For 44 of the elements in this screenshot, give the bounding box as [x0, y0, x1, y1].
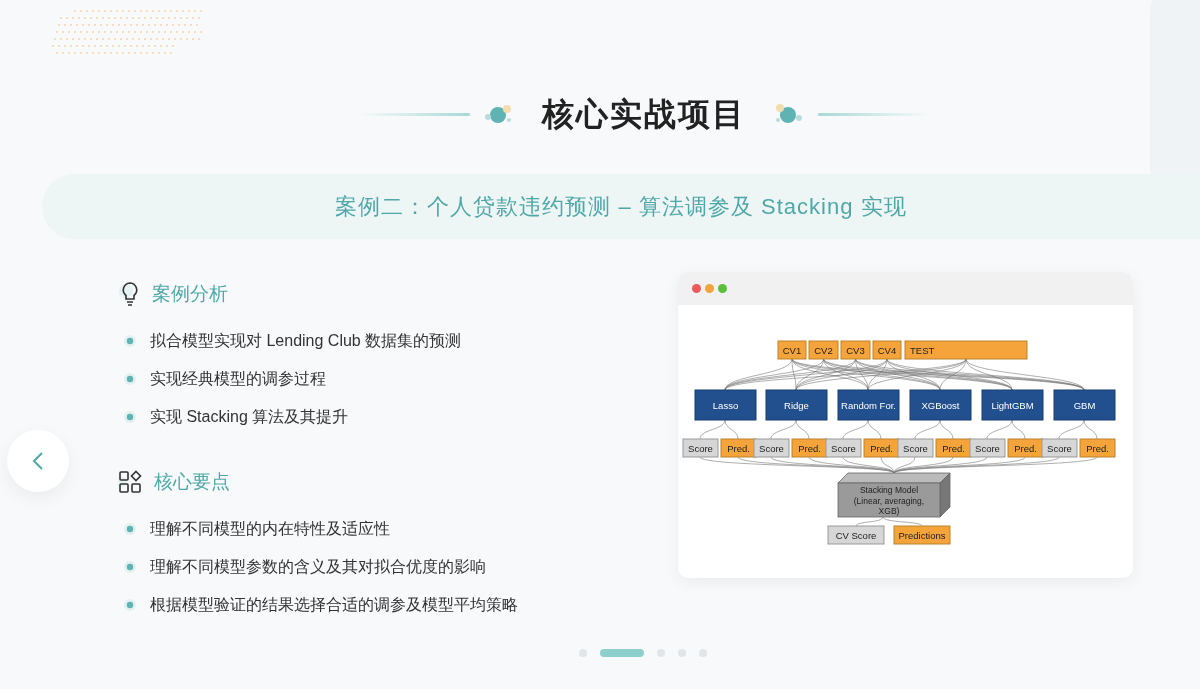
model-box: XGBoost: [909, 389, 972, 421]
prediction-box: Pred.: [791, 438, 828, 458]
fold-box: CV3: [840, 340, 871, 360]
model-box: GBM: [1053, 389, 1116, 421]
bullet-text: 实现 Stacking 算法及其提升: [150, 407, 349, 427]
fold-box: CV4: [872, 340, 902, 360]
score-box: CV Score: [827, 525, 885, 545]
model-box: LightGBM: [981, 389, 1044, 421]
prediction-box: Pred.: [935, 438, 972, 458]
score-box: Score: [897, 438, 934, 458]
bullet-text: 拟合模型实现对 Lending Club 数据集的预测: [150, 331, 462, 351]
section-heading: 案例分析: [152, 281, 228, 306]
score-box: Score: [682, 438, 719, 458]
model-box: Ridge: [765, 389, 828, 421]
bullet-text: 理解不同模型参数的含义及其对拟合优度的影响: [150, 557, 486, 577]
chevron-left-icon: [32, 451, 44, 471]
prediction-box: Pred.: [1079, 438, 1116, 458]
section-heading: 核心要点: [154, 469, 230, 494]
model-box: Lasso: [694, 389, 757, 421]
fold-box: TEST: [904, 340, 1028, 360]
bullet-text: 实现经典模型的调参过程: [150, 369, 326, 389]
bullet-icon: [124, 523, 136, 535]
score-box: Score: [969, 438, 1006, 458]
fold-box: CV1: [777, 340, 807, 360]
bullet-icon: [124, 561, 136, 573]
bullet-text: 理解不同模型的内在特性及适应性: [150, 519, 390, 539]
score-box: Score: [825, 438, 862, 458]
fold-box: CV2: [808, 340, 839, 360]
prediction-box: Predictions: [893, 525, 951, 545]
score-box: Score: [753, 438, 790, 458]
score-box: Score: [1041, 438, 1078, 458]
bullet-icon: [124, 599, 136, 611]
bullet-icon: [124, 373, 136, 385]
apps-icon: [118, 470, 144, 494]
model-box: Random For.: [837, 389, 900, 421]
prediction-box: Pred.: [863, 438, 900, 458]
subtitle: 案例二：个人贷款违约预测 – 算法调参及 Stacking 实现: [335, 193, 907, 221]
bullet-icon: [124, 335, 136, 347]
bullet-icon: [124, 411, 136, 423]
page-title: 核心实战项目: [540, 95, 747, 134]
bullet-text: 根据模型验证的结果选择合适的调参及模型平均策略: [150, 595, 518, 615]
connector-line: [882, 516, 923, 527]
prediction-box: Pred.: [1007, 438, 1044, 458]
connector-line: [855, 516, 884, 527]
